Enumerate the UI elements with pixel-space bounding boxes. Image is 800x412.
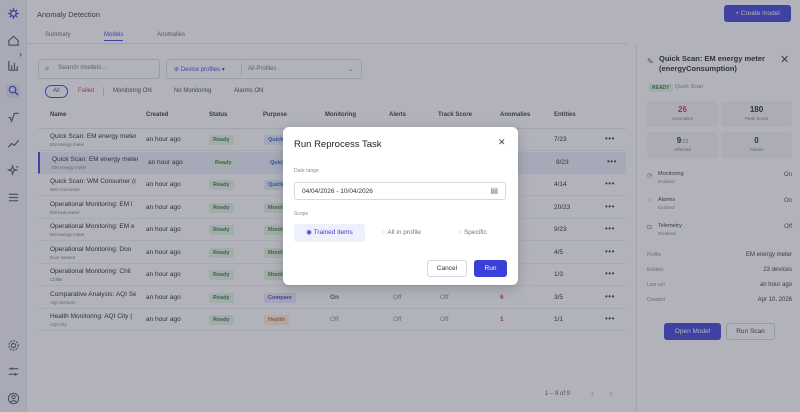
dialog-title: Run Reprocess Task <box>294 139 382 150</box>
run-reprocess-dialog: Run Reprocess Task ✕ Date range 04/04/20… <box>283 127 518 285</box>
calendar-icon[interactable]: ▤ <box>490 186 498 195</box>
app-root: › Anomaly Detection + Create model Summa… <box>0 0 800 412</box>
cancel-button[interactable]: Cancel <box>427 260 467 277</box>
scope-option-label: Trained items <box>313 229 353 236</box>
date-range-value: 04/04/2026 - 10/04/2026 <box>302 188 373 195</box>
scope-option-all-in-profile[interactable]: ◌ All in profile <box>366 224 437 242</box>
scope-option-label: All in profile <box>387 229 421 236</box>
radio-icon: ◌ <box>458 229 463 236</box>
radio-selected-icon: ◉ <box>306 229 312 236</box>
scope-label: Scope <box>294 211 309 217</box>
radio-icon: ◌ <box>382 229 386 236</box>
date-range-label: Date range <box>294 168 319 174</box>
scope-option-specific[interactable]: ◌ Specific <box>437 224 508 242</box>
close-dialog-icon[interactable]: ✕ <box>498 137 506 148</box>
scope-option-trained-items[interactable]: ◉ Trained items <box>294 224 365 242</box>
run-button[interactable]: Run <box>474 260 507 277</box>
date-range-input[interactable]: 04/04/2026 - 10/04/2026 ▤ <box>294 182 506 200</box>
scope-option-label: Specific <box>463 229 487 236</box>
